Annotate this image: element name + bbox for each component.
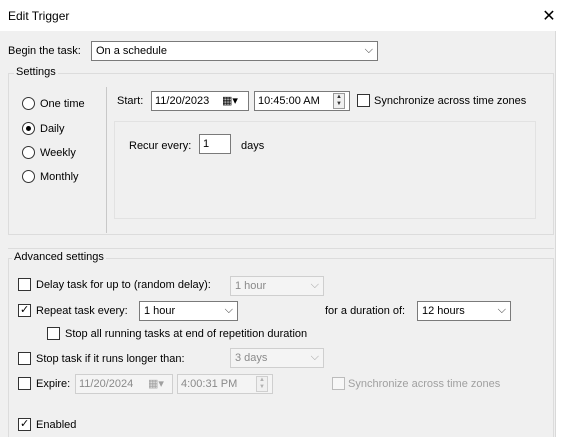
background-window-strip — [555, 31, 567, 437]
radio-weekly[interactable] — [22, 146, 35, 159]
delay-task-label: Delay task for up to (random delay): — [36, 279, 211, 291]
expire-date-value: 11/20/2024 — [79, 378, 134, 390]
radio-one-time-label: One time — [40, 98, 85, 110]
delay-task-dropdown[interactable]: 1 hour ⌵ — [230, 276, 324, 296]
duration-value: 12 hours — [422, 305, 465, 317]
recurrence-panel — [114, 121, 536, 219]
delay-task-checkbox[interactable] — [18, 278, 31, 291]
begin-task-label: Begin the task: — [8, 45, 81, 57]
recur-every-value: 1 — [203, 138, 210, 150]
stop-if-longer-dropdown[interactable]: 3 days ⌵ — [230, 348, 324, 368]
start-time-spinner[interactable]: ▲ ▼ — [333, 93, 345, 109]
repeat-task-value: 1 hour — [144, 305, 176, 317]
delay-task-value: 1 hour — [235, 280, 267, 292]
enabled-checkbox[interactable] — [18, 417, 31, 431]
close-icon[interactable]: ✕ — [541, 6, 557, 26]
expire-time-field[interactable]: 4:00:31 PM ▲ ▼ — [177, 374, 273, 394]
radio-monthly-label: Monthly — [40, 171, 79, 183]
settings-divider — [106, 87, 107, 233]
chevron-down-icon: ⌵ — [224, 304, 233, 316]
advanced-separator — [8, 248, 554, 249]
start-date-picker[interactable]: 11/20/2023 ▦▾ — [151, 91, 249, 111]
duration-label: for a duration of: — [325, 305, 406, 317]
expire-checkbox[interactable] — [18, 377, 31, 390]
sync-time-zones-checkbox[interactable] — [357, 94, 370, 107]
stop-if-longer-label: Stop task if it runs longer than: — [36, 353, 185, 365]
stop-if-longer-value: 3 days — [235, 352, 268, 364]
stop-if-longer-checkbox[interactable] — [18, 352, 31, 365]
title-bar — [0, 0, 567, 31]
chevron-down-icon: ⌵ — [310, 279, 319, 291]
radio-daily[interactable] — [22, 122, 35, 135]
radio-daily-label: Daily — [40, 123, 65, 135]
expire-time-value: 4:00:31 PM — [181, 378, 238, 390]
expire-time-spinner[interactable]: ▲ ▼ — [256, 376, 268, 392]
repeat-task-label: Repeat task every: — [36, 305, 128, 317]
calendar-icon: ▦▾ — [148, 378, 164, 390]
chevron-down-icon: ⌵ — [310, 351, 319, 363]
expire-sync-checkbox[interactable] — [332, 377, 345, 390]
window-title: Edit Trigger — [8, 9, 70, 23]
repeat-task-checkbox[interactable] — [18, 303, 31, 317]
recur-every-label: Recur every: — [129, 140, 192, 152]
calendar-icon: ▦▾ — [222, 95, 238, 107]
radio-one-time[interactable] — [22, 97, 35, 110]
radio-monthly[interactable] — [22, 170, 35, 183]
start-time-field[interactable]: 10:45:00 AM ▲ ▼ — [254, 91, 350, 111]
start-time-value: 10:45:00 AM — [258, 95, 320, 107]
stop-all-tasks-checkbox[interactable] — [47, 327, 60, 340]
start-label: Start: — [117, 95, 144, 107]
begin-task-dropdown[interactable]: On a schedule ⌵ — [91, 41, 378, 61]
recur-days-label: days — [241, 140, 265, 152]
chevron-down-icon: ⌵ — [364, 44, 373, 56]
recur-every-input[interactable]: 1 — [199, 134, 231, 154]
duration-dropdown[interactable]: 12 hours ⌵ — [417, 301, 511, 321]
sync-time-zones-label: Synchronize across time zones — [374, 95, 527, 107]
begin-task-value: On a schedule — [96, 45, 167, 57]
repeat-task-dropdown[interactable]: 1 hour ⌵ — [139, 301, 238, 321]
enabled-label: Enabled — [36, 419, 77, 431]
expire-label: Expire: — [36, 378, 71, 390]
start-date-value: 11/20/2023 — [155, 95, 210, 107]
advanced-settings-legend: Advanced settings — [12, 251, 106, 263]
expire-date-picker[interactable]: 11/20/2024 ▦▾ — [75, 374, 173, 394]
chevron-down-icon: ⌵ — [497, 304, 506, 316]
radio-weekly-label: Weekly — [40, 147, 76, 159]
settings-legend: Settings — [14, 66, 58, 78]
stop-all-tasks-label: Stop all running tasks at end of repetit… — [65, 328, 308, 340]
expire-sync-label: Synchronize across time zones — [348, 378, 501, 390]
